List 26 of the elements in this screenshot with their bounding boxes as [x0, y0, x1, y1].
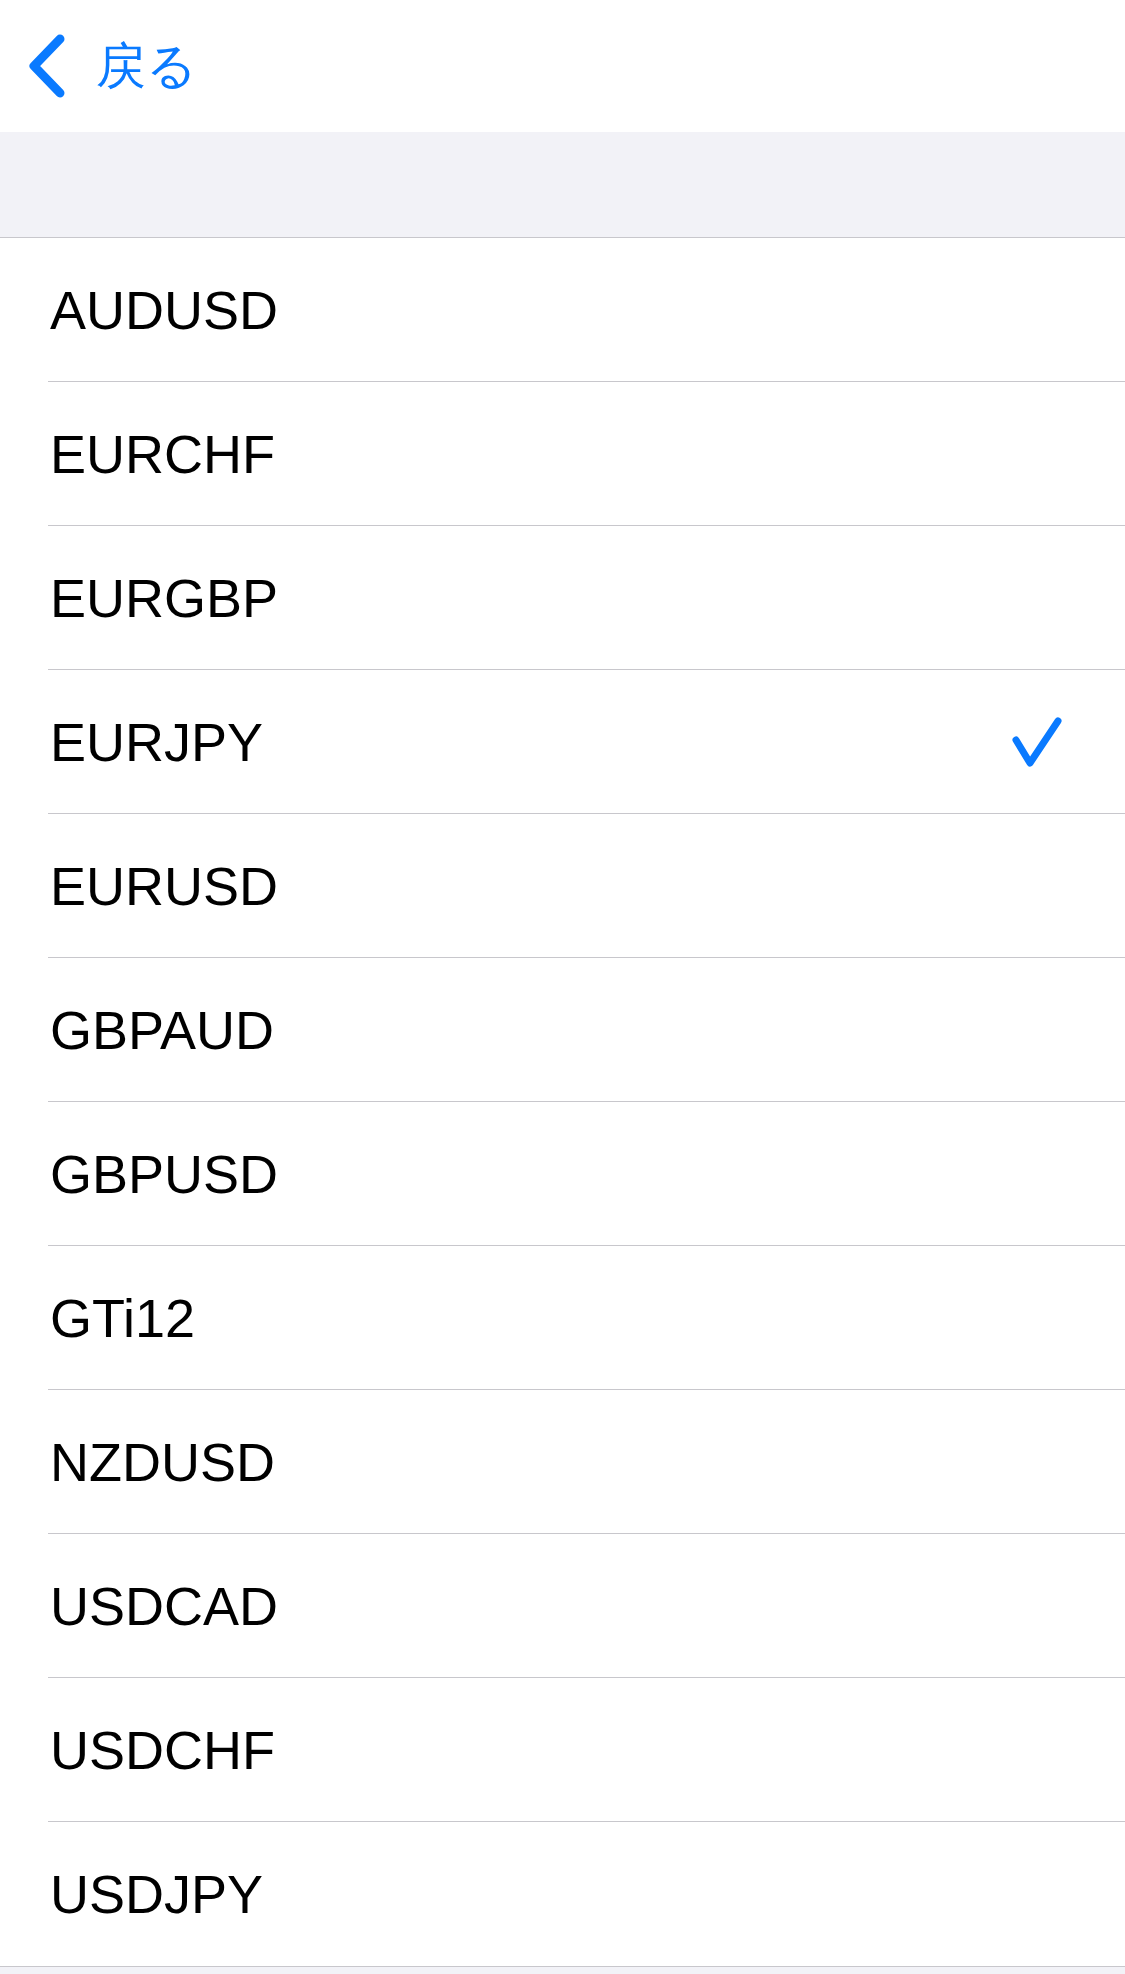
- back-button[interactable]: 戻る: [28, 34, 197, 98]
- list-item[interactable]: EURUSD: [48, 814, 1125, 958]
- list-item[interactable]: EURCHF: [48, 382, 1125, 526]
- list-item[interactable]: USDCAD: [48, 1534, 1125, 1678]
- chevron-left-icon: [28, 34, 66, 98]
- currency-pair-label: EURUSD: [50, 858, 279, 913]
- list-item[interactable]: GTi12: [48, 1246, 1125, 1390]
- list-item[interactable]: NZDUSD: [48, 1390, 1125, 1534]
- currency-pair-label: AUDUSD: [50, 282, 279, 337]
- currency-pair-label: NZDUSD: [50, 1434, 275, 1489]
- list-item[interactable]: USDJPY: [48, 1822, 1125, 1966]
- currency-pair-label: EURJPY: [50, 714, 264, 769]
- list-item[interactable]: GBPUSD: [48, 1102, 1125, 1246]
- list-item[interactable]: AUDUSD: [48, 238, 1125, 382]
- currency-pair-label: EURGBP: [50, 570, 279, 625]
- list-item[interactable]: EURJPY: [48, 670, 1125, 814]
- list-item[interactable]: USDCHF: [48, 1678, 1125, 1822]
- currency-pair-label: USDJPY: [50, 1867, 264, 1921]
- currency-pair-label: GBPAUD: [50, 1002, 275, 1057]
- currency-pair-label: USDCHF: [50, 1722, 275, 1777]
- currency-pair-label: GTi12: [50, 1290, 196, 1345]
- list-item[interactable]: GBPAUD: [48, 958, 1125, 1102]
- list-item[interactable]: EURGBP: [48, 526, 1125, 670]
- currency-pair-label: EURCHF: [50, 426, 275, 481]
- currency-pair-label: USDCAD: [50, 1578, 279, 1633]
- currency-pair-label: GBPUSD: [50, 1146, 279, 1201]
